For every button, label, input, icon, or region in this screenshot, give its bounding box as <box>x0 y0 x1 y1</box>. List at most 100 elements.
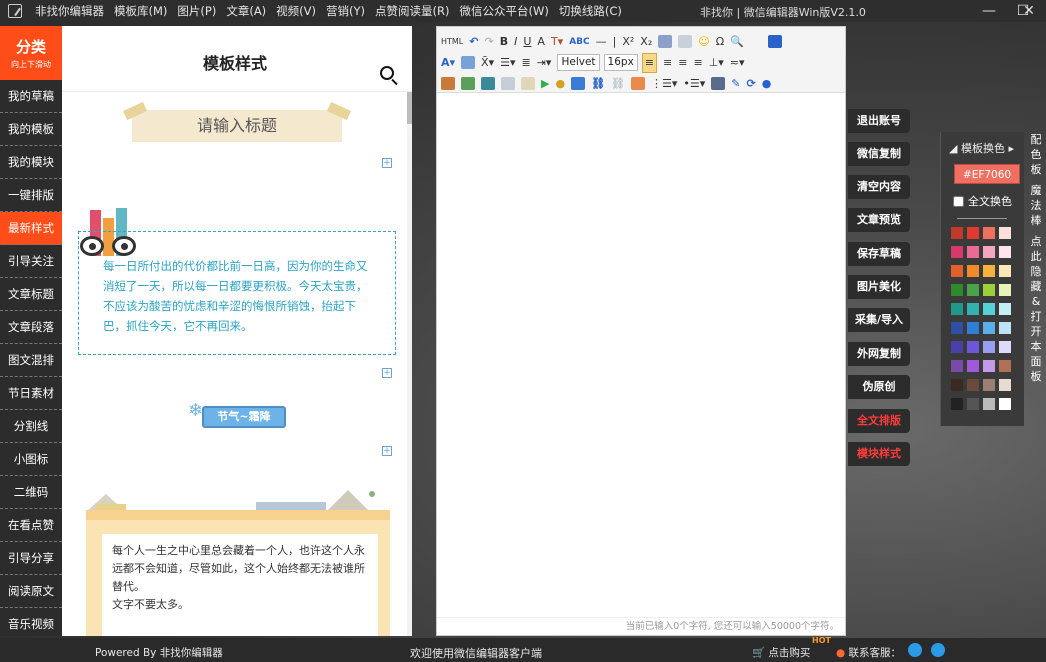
nav-one-click-layout[interactable]: 一键排版 <box>0 179 62 212</box>
nav-divider[interactable]: 分割线 <box>0 410 62 443</box>
align-left-icon[interactable]: ≡ <box>641 52 658 73</box>
wechat-copy-button[interactable]: 微信复制 <box>848 142 910 166</box>
add-template-icon[interactable]: + <box>382 368 392 378</box>
color-swatch[interactable] <box>983 284 995 296</box>
format-painter-icon[interactable]: ✎ <box>731 75 740 93</box>
nav-article-paragraph[interactable]: 文章段落 <box>0 311 62 344</box>
nav-small-icons[interactable]: 小图标 <box>0 443 62 476</box>
scene-card-template[interactable]: 每个人一生之中心里总会藏着一个人，也许这个人永远都不会知道，尽管如此，这个人始终… <box>86 486 390 636</box>
html-source-icon[interactable]: HTML <box>441 33 463 51</box>
full-text-color-toggle[interactable]: 全文换色 <box>953 193 1024 209</box>
video-play-icon[interactable]: ▶ <box>541 75 549 93</box>
color-swatch[interactable] <box>951 265 963 277</box>
season-label-template[interactable]: 节气~霜降 <box>202 406 286 428</box>
magic-wand-tab[interactable]: 魔法棒 <box>1026 183 1046 228</box>
color-swatch[interactable] <box>983 398 995 410</box>
nav-latest-styles[interactable]: 最新样式 <box>0 212 62 245</box>
color-board-tab[interactable]: 配色板 <box>1026 132 1046 177</box>
nav-watching-likes[interactable]: 在看点赞 <box>0 509 62 542</box>
color-hex-input[interactable]: #EF7060 <box>954 164 1020 184</box>
color-swatch[interactable] <box>983 360 995 372</box>
logout-button[interactable]: 退出账号 <box>848 109 910 133</box>
undo-icon[interactable]: ↶ <box>469 33 478 51</box>
nav-my-drafts[interactable]: 我的草稿 <box>0 80 62 113</box>
unlink-icon[interactable]: ⛓ <box>611 75 625 93</box>
color-swatch[interactable] <box>999 379 1011 391</box>
indent-icon[interactable]: ⇥▾ <box>537 54 552 72</box>
article-preview-button[interactable]: 文章预览 <box>848 208 910 232</box>
color-swatch[interactable] <box>999 284 1011 296</box>
color-swatch[interactable] <box>999 398 1011 410</box>
color-swatch[interactable] <box>983 379 995 391</box>
chat-service-icon[interactable] <box>931 643 945 657</box>
close-button[interactable]: ✕ <box>1012 0 1046 22</box>
nav-my-templates[interactable]: 我的模板 <box>0 113 62 146</box>
nav-my-modules[interactable]: 我的模块 <box>0 146 62 179</box>
color-swatch[interactable] <box>967 360 979 372</box>
underline-icon[interactable]: U <box>523 33 531 51</box>
external-copy-button[interactable]: 外网复制 <box>848 342 910 366</box>
color-swatch[interactable] <box>951 341 963 353</box>
menu-image[interactable]: 图片(P) <box>177 3 216 19</box>
nav-share-guide[interactable]: 引导分享 <box>0 542 62 575</box>
color-swatch[interactable] <box>951 398 963 410</box>
color-swatch[interactable] <box>967 379 979 391</box>
qq-service-icon[interactable] <box>908 643 922 657</box>
menu-wechat-platform[interactable]: 微信公众平台(W) <box>459 3 548 19</box>
multi-image-icon[interactable] <box>461 77 475 90</box>
highlight-icon[interactable] <box>461 56 476 69</box>
redo-icon[interactable]: ↷ <box>484 33 493 51</box>
color-swatch[interactable] <box>999 341 1011 353</box>
horizontal-rule-icon[interactable]: — <box>596 33 607 51</box>
letter-spacing-icon[interactable]: ≂▾ <box>730 54 745 72</box>
background-image-icon[interactable] <box>481 77 495 90</box>
nav-article-title[interactable]: 文章标题 <box>0 278 62 311</box>
font-size-adjust-icon[interactable]: X̄▾ <box>481 54 494 72</box>
color-swatch[interactable] <box>999 303 1011 315</box>
ordered-list-icon[interactable]: ⋮☰▾ <box>651 75 677 93</box>
spellcheck-icon[interactable]: ABC <box>569 33 589 51</box>
color-swatch[interactable] <box>967 303 979 315</box>
color-swatch[interactable] <box>999 322 1011 334</box>
color-swatch[interactable] <box>983 322 995 334</box>
search-icon[interactable] <box>380 66 394 80</box>
menu-template-library[interactable]: 模板库(M) <box>114 3 167 19</box>
save-draft-button[interactable]: 保存草稿 <box>848 242 910 266</box>
color-swatch[interactable] <box>951 284 963 296</box>
color-swatch[interactable] <box>951 246 963 258</box>
color-swatch[interactable] <box>967 322 979 334</box>
color-swatch[interactable] <box>967 265 979 277</box>
paste-icon[interactable] <box>521 77 535 90</box>
special-char-icon[interactable]: Ω <box>716 33 724 51</box>
color-swatch[interactable] <box>967 246 979 258</box>
vertical-align-icon[interactable]: ⊥▾ <box>709 54 724 72</box>
color-swatch[interactable] <box>999 265 1011 277</box>
module-style-button[interactable]: 模块样式 <box>848 442 910 466</box>
eraser-icon[interactable] <box>678 35 693 48</box>
save-icon[interactable] <box>711 77 726 90</box>
menu-likes-reads[interactable]: 点赞阅读量(R) <box>375 3 449 19</box>
image-icon[interactable] <box>441 77 455 90</box>
menu-app[interactable]: 非找你编辑器 <box>35 3 104 19</box>
find-icon[interactable]: 🔍 <box>730 33 744 51</box>
title-banner-template[interactable]: 请输入标题 <box>132 110 342 142</box>
color-swatch[interactable] <box>983 341 995 353</box>
nav-qr-code[interactable]: 二维码 <box>0 476 62 509</box>
menu-article[interactable]: 文章(A) <box>226 3 266 19</box>
color-swatch[interactable] <box>967 284 979 296</box>
pattern-icon[interactable] <box>658 35 673 48</box>
bold-icon[interactable]: B <box>500 33 508 51</box>
link-icon[interactable]: ⛓ <box>591 75 605 93</box>
color-swatch[interactable] <box>951 303 963 315</box>
font-color-icon[interactable]: A▾ <box>441 54 455 72</box>
line-height-icon[interactable]: ☰▾ <box>500 54 515 72</box>
buy-link[interactable]: 🛒 点击购买 <box>752 645 810 660</box>
italic-icon[interactable]: I <box>514 33 517 51</box>
image-beautify-button[interactable]: 图片美化 <box>848 275 910 299</box>
color-swatch[interactable] <box>951 227 963 239</box>
color-swatch[interactable] <box>983 265 995 277</box>
color-swatch[interactable] <box>999 246 1011 258</box>
nav-follow-guide[interactable]: 引导关注 <box>0 245 62 278</box>
align-right-icon[interactable]: ≡ <box>678 54 687 72</box>
font-family-select[interactable]: Helvet <box>557 54 600 71</box>
